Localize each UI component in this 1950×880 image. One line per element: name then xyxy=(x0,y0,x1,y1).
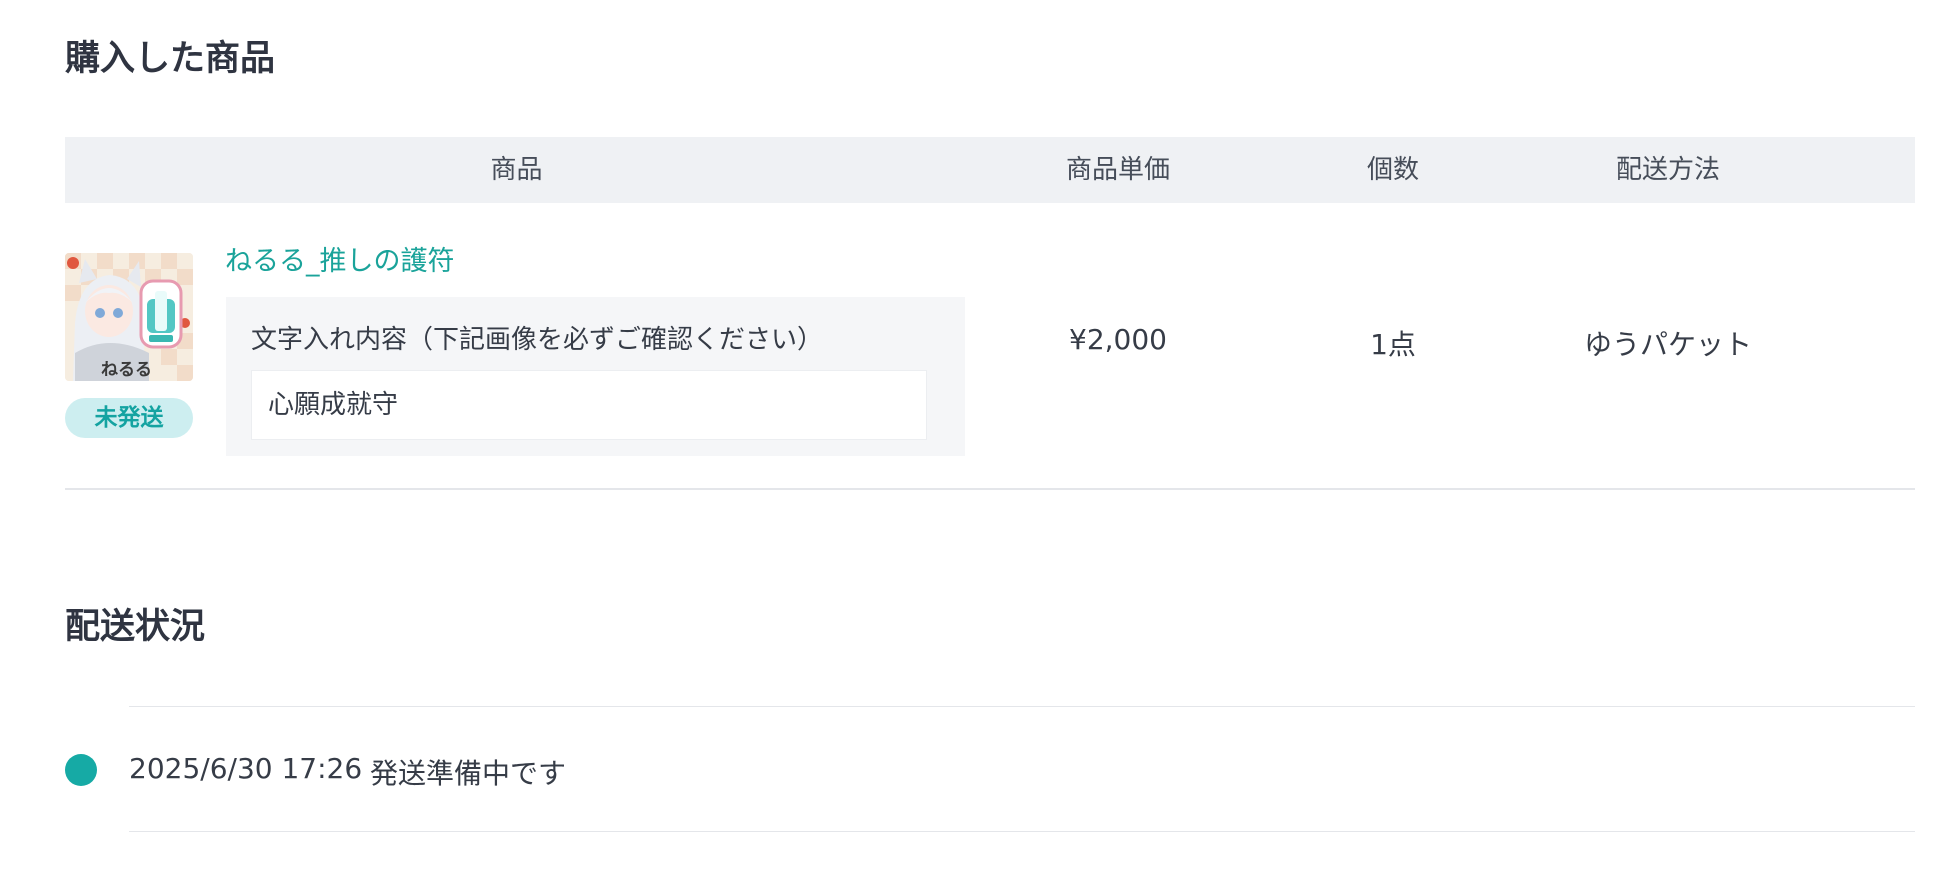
engraving-value: 心願成就守 xyxy=(251,370,927,440)
engraving-details: 文字入れ内容（下記画像を必ずご確認ください） 心願成就守 xyxy=(226,297,965,456)
engraving-label: 文字入れ内容（下記画像を必ずご確認ください） xyxy=(251,325,824,355)
quantity: 1点 xyxy=(1370,328,1416,361)
timeline-divider-top xyxy=(129,706,1915,707)
table-row: ねるる 未発送 ねるる_推しの護符 文字入れ内容（下記画像を必ずご確認ください）… xyxy=(65,203,1915,490)
header-product: 商品 xyxy=(490,155,543,185)
shipping-status-title: 配送状況 xyxy=(65,607,206,647)
product-name-link[interactable]: ねるる_推しの護符 xyxy=(225,239,455,278)
header-shipping-method: 配送方法 xyxy=(1615,155,1720,185)
timeline-status: 発送準備中です xyxy=(370,757,567,790)
unit-price: ¥2,000 xyxy=(1069,323,1167,356)
timeline-dot-icon xyxy=(65,754,97,786)
order-detail-page: 購入した商品 商品 商品単価 個数 配送方法 ねるる 未発送 ねるる_推しの護符… xyxy=(0,0,1950,880)
row-divider xyxy=(65,488,1915,490)
shipping-method: ゆうパケット xyxy=(1583,328,1752,361)
timeline-datetime: 2025/6/30 17:26 xyxy=(129,752,363,785)
purchased-items-title: 購入した商品 xyxy=(65,39,276,79)
product-thumbnail[interactable]: ねるる xyxy=(65,253,193,381)
items-table-header: 商品 商品単価 個数 配送方法 xyxy=(65,137,1915,203)
header-unit-price: 商品単価 xyxy=(1065,155,1170,185)
status-badge: 未発送 xyxy=(65,398,193,438)
header-quantity: 個数 xyxy=(1366,155,1419,185)
timeline-divider-bottom xyxy=(129,831,1915,832)
thumbnail-caption: ねるる xyxy=(101,360,152,380)
